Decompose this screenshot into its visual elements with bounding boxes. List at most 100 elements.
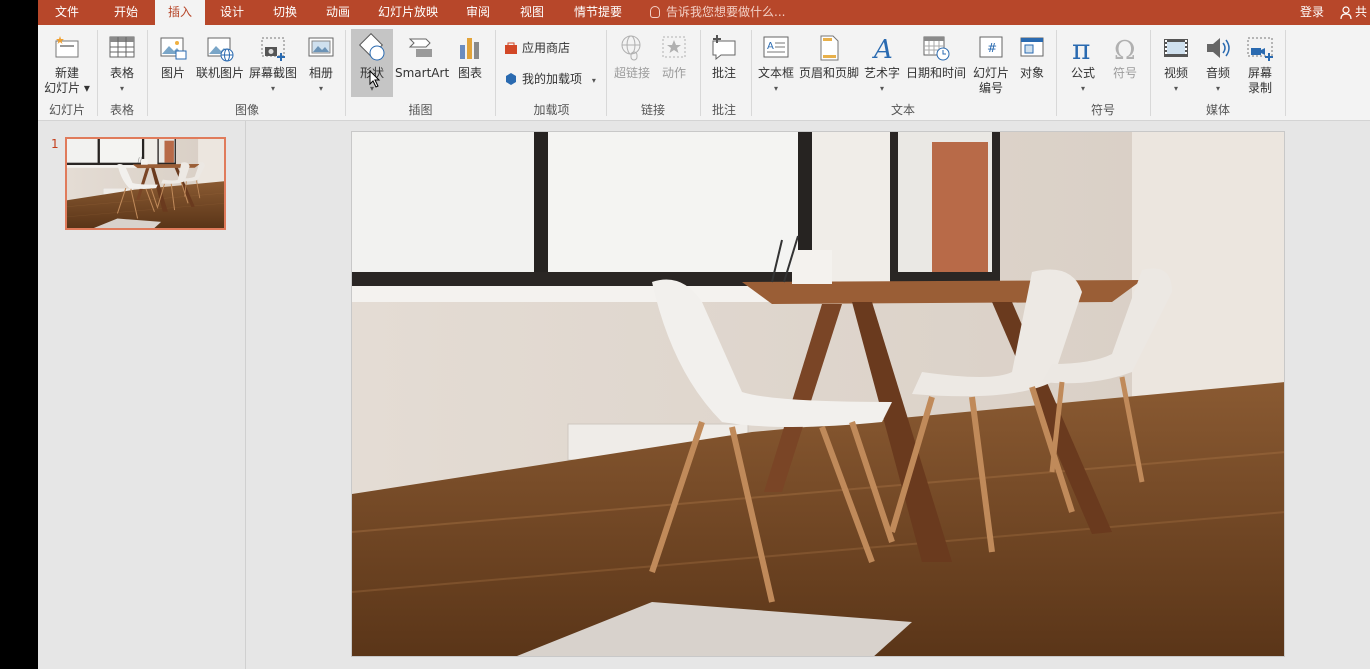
online-picture-button[interactable]: 联机图片 bbox=[194, 29, 246, 97]
comment-button[interactable]: 批注 bbox=[703, 29, 745, 97]
table-label: 表格 bbox=[109, 66, 134, 80]
symbol-button[interactable]: Ω 符号 bbox=[1106, 29, 1144, 97]
header-footer-button[interactable]: 页眉和页脚 bbox=[798, 29, 860, 97]
action-button[interactable]: 动作 bbox=[655, 29, 693, 97]
separator bbox=[1150, 30, 1151, 116]
group-label-links: 链接 bbox=[640, 103, 665, 117]
wordart-label: 艺术字 bbox=[863, 66, 900, 80]
photo-album-label: 相册 bbox=[308, 66, 333, 80]
picture-button[interactable]: 图片 bbox=[154, 29, 192, 97]
my-addins-label: 我的加载项 bbox=[522, 72, 583, 86]
equation-label: 公式 bbox=[1070, 66, 1095, 80]
slide-number-label-1: 幻灯片 bbox=[972, 66, 1009, 80]
screenshot-icon bbox=[261, 37, 285, 61]
smartart-icon bbox=[408, 38, 432, 57]
signin-link[interactable]: 登录 bbox=[1300, 0, 1324, 25]
pi-icon: π bbox=[1072, 33, 1090, 63]
new-slide-icon bbox=[55, 36, 79, 58]
group-label-comments: 批注 bbox=[711, 103, 736, 117]
tab-insert[interactable]: 插入 bbox=[155, 0, 205, 25]
separator bbox=[147, 30, 148, 116]
chevron-down-icon: ▾ bbox=[591, 76, 596, 85]
chevron-down-icon: ▾ bbox=[773, 84, 779, 93]
tab-design[interactable]: 设计 bbox=[206, 0, 258, 25]
tab-view[interactable]: 视图 bbox=[505, 0, 559, 25]
chevron-down-icon: ▾ bbox=[318, 84, 324, 93]
online-picture-icon bbox=[207, 37, 234, 62]
screen-recording-label-2: 录制 bbox=[1247, 81, 1272, 95]
group-label-slides: 幻灯片 bbox=[48, 103, 85, 117]
separator bbox=[495, 30, 496, 116]
table-button[interactable]: 表格 ▾ bbox=[100, 29, 144, 97]
app-store-label: 应用商店 bbox=[522, 41, 571, 55]
header-footer-label: 页眉和页脚 bbox=[798, 66, 859, 80]
app-store-button[interactable]: 应用商店 bbox=[504, 37, 570, 59]
slide-canvas[interactable] bbox=[351, 131, 1285, 657]
slide-number: 1 bbox=[51, 137, 59, 151]
tab-review[interactable]: 审阅 bbox=[452, 0, 504, 25]
office-photo bbox=[352, 132, 1285, 657]
picture-label: 图片 bbox=[160, 66, 185, 80]
new-slide-button[interactable]: 新建 幻灯片 ▾ bbox=[41, 29, 93, 97]
video-button[interactable]: 视频 ▾ bbox=[1156, 29, 1196, 97]
tab-animations[interactable]: 动画 bbox=[312, 0, 364, 25]
hyperlink-button[interactable]: 超链接 bbox=[611, 29, 653, 97]
separator bbox=[700, 30, 701, 116]
chevron-down-icon: ▾ bbox=[1080, 84, 1086, 93]
calendar-clock-icon bbox=[923, 36, 950, 61]
tell-me-text: 告诉我您想要做什么... bbox=[666, 5, 786, 19]
svg-text:A: A bbox=[872, 35, 893, 63]
smartart-button[interactable]: SmartArt bbox=[395, 29, 449, 97]
equation-button[interactable]: π 公式 ▾ bbox=[1062, 29, 1104, 97]
ribbon-tab-bar: 文件 开始 插入 设计 切换 动画 幻灯片放映 审阅 视图 情节提要 告诉我您想… bbox=[38, 0, 1370, 25]
slide-thumbnail-image bbox=[67, 139, 224, 228]
chevron-down-icon: ▾ bbox=[1215, 84, 1221, 93]
globe-link-icon bbox=[621, 35, 641, 61]
share-button[interactable]: 共 bbox=[1340, 0, 1367, 25]
slide-number-label-2: 编号 bbox=[978, 81, 1003, 95]
screenshot-label: 屏幕截图 bbox=[248, 66, 297, 80]
separator bbox=[1056, 30, 1057, 116]
chart-button[interactable]: 图表 bbox=[450, 29, 490, 97]
wordart-button[interactable]: A 艺术字 ▾ bbox=[861, 29, 903, 97]
group-label-text: 文本 bbox=[890, 103, 915, 117]
slide-number-button[interactable]: # 幻灯片 编号 bbox=[970, 29, 1012, 97]
photo-album-icon bbox=[308, 37, 334, 57]
screen-recording-label-1: 屏幕 bbox=[1247, 66, 1272, 80]
textbox-icon: A bbox=[763, 36, 789, 58]
audio-button[interactable]: 音频 ▾ bbox=[1198, 29, 1238, 97]
mouse-cursor-icon bbox=[369, 70, 381, 88]
video-icon bbox=[1164, 39, 1188, 57]
tab-file[interactable]: 文件 bbox=[38, 0, 96, 25]
slide-number-icon: # bbox=[979, 36, 1003, 58]
group-label-symbols: 符号 bbox=[1090, 103, 1115, 117]
date-time-button[interactable]: 日期和时间 bbox=[904, 29, 968, 97]
screen-recording-button[interactable]: 屏幕 录制 bbox=[1240, 29, 1280, 97]
screen-record-icon bbox=[1247, 37, 1273, 61]
header-footer-icon bbox=[820, 35, 839, 61]
slide-thumbnail-panel: 1 bbox=[38, 121, 246, 669]
chevron-down-icon: ▾ bbox=[879, 84, 885, 93]
addins-icon bbox=[506, 73, 516, 85]
tell-me-search[interactable]: 告诉我您想要做什么... bbox=[650, 0, 785, 25]
tab-transitions[interactable]: 切换 bbox=[259, 0, 311, 25]
screenshot-button[interactable]: 屏幕截图 ▾ bbox=[247, 29, 299, 97]
symbol-label: 符号 bbox=[1112, 66, 1137, 80]
group-label-addins: 加载项 bbox=[533, 103, 570, 117]
comment-icon bbox=[712, 35, 736, 61]
chart-icon bbox=[460, 38, 479, 59]
my-addins-button[interactable]: 我的加载项 ▾ bbox=[504, 68, 596, 90]
speaker-icon bbox=[1207, 38, 1230, 58]
textbox-button[interactable]: A 文本框 ▾ bbox=[755, 29, 797, 97]
svg-text:π: π bbox=[1072, 33, 1090, 63]
tab-storyboarding[interactable]: 情节提要 bbox=[560, 0, 636, 25]
share-label: 共 bbox=[1355, 5, 1368, 19]
photo-album-button[interactable]: 相册 ▾ bbox=[302, 29, 340, 97]
group-label-images: 图像 bbox=[234, 103, 259, 117]
separator bbox=[1285, 30, 1286, 116]
slide-thumbnail[interactable] bbox=[65, 137, 226, 230]
tab-home[interactable]: 开始 bbox=[98, 0, 154, 25]
tab-slideshow[interactable]: 幻灯片放映 bbox=[365, 0, 451, 25]
new-slide-label-2: 幻灯片 ▾ bbox=[44, 81, 90, 95]
object-button[interactable]: 对象 bbox=[1013, 29, 1051, 97]
